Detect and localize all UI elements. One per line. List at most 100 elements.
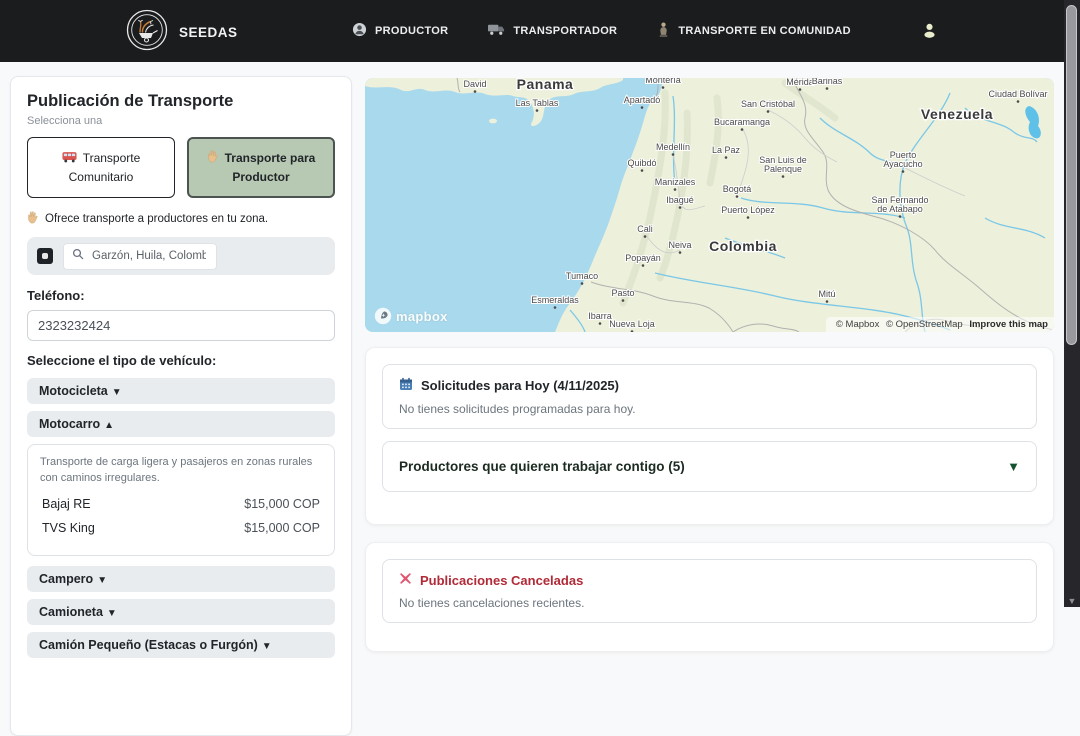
map-city-label: Ibarra: [588, 311, 612, 321]
map-city-label: Bucaramanga: [714, 117, 770, 127]
map-city-label: Esmeraldas: [531, 295, 579, 305]
model-price: $15,000 COP: [244, 497, 320, 511]
map-city-label: Nueva Loja: [609, 319, 655, 329]
map-city-label: San Cristóbal: [741, 99, 795, 109]
vehicle-model-row[interactable]: Bajaj RE $15,000 COP: [42, 497, 320, 511]
map-city-label: Mérida: [786, 78, 814, 87]
chevron-down-icon: ▼: [262, 641, 272, 652]
map-city-label: Apartadó: [624, 95, 661, 105]
chevron-down-icon: ▼: [97, 575, 107, 586]
map-city-dot: [679, 251, 682, 254]
brand[interactable]: SEEDAS: [126, 9, 238, 56]
option-transporte-comunitario[interactable]: Transporte Comunitario: [27, 137, 175, 198]
location-search-input[interactable]: [90, 249, 208, 263]
nav-transportador[interactable]: TRANSPORTADOR: [488, 23, 617, 39]
vehicle-model-row[interactable]: TVS King$15,000 COP: [42, 521, 320, 535]
chevron-down-icon: ▼: [112, 387, 122, 398]
producers-accordion-header[interactable]: Productores que quieren trabajar contigo…: [382, 441, 1037, 492]
location-searchbox[interactable]: [63, 243, 217, 270]
hand-icon: [27, 211, 39, 227]
vehicle-accordion-campero[interactable]: Campero▼: [27, 566, 335, 592]
vehicle-accordion-motocarro[interactable]: Motocarro▲: [27, 411, 335, 437]
map-city-dot: [641, 106, 644, 109]
cancelled-container: Publicaciones Canceladas No tienes cance…: [365, 542, 1054, 652]
nav-productor[interactable]: PRODUCTOR: [352, 22, 448, 40]
model-name: Bajaj RE: [42, 497, 91, 511]
model-name: TVS King: [42, 521, 95, 535]
nav-label: TRANSPORTADOR: [513, 25, 617, 37]
map-city-label: Medellín: [656, 142, 690, 152]
map-city-dot: [679, 206, 682, 209]
map-city-label: Montería: [645, 78, 681, 85]
map-city-label: Las Tablas: [516, 98, 559, 108]
map-city-dot: [1017, 100, 1020, 103]
map-city-label: Quibdó: [627, 158, 656, 168]
chevron-down-icon: ▼: [1007, 459, 1020, 474]
vehicle-accordion-motocicleta[interactable]: Motocicleta▼: [27, 378, 335, 404]
mapbox-logo-icon: [374, 307, 392, 325]
transport-type-options: Transporte Comunitario Transporte para Pr…: [27, 137, 335, 198]
chevron-down-icon: ▼: [107, 608, 117, 619]
attribution-mapbox-link[interactable]: © Mapbox: [836, 319, 879, 330]
transport-publication-panel: Publicación de Transporte Selecciona una…: [10, 76, 352, 736]
truck-icon: [488, 23, 505, 39]
page-title: Publicación de Transporte: [27, 92, 335, 111]
user-icon[interactable]: [921, 22, 938, 44]
map-city-label: Barinas: [812, 78, 843, 86]
scrollbar-down-arrow[interactable]: ▼: [1064, 596, 1080, 606]
brand-name: SEEDAS: [179, 25, 238, 40]
map-country-label: Panama: [517, 78, 574, 92]
vehicle-accordion-cami-n-peque-o-estacas-o-furg-n-[interactable]: Camión Pequeño (Estacas o Furgón)▼: [27, 632, 335, 658]
vehicle-accordion-camioneta[interactable]: Camioneta▼: [27, 599, 335, 625]
map-country-label: Colombia: [709, 238, 777, 254]
map-city-label: San Luis dePalenque: [759, 155, 807, 174]
nav-label: TRANSPORTE EN COMUNIDAD: [678, 25, 851, 37]
chevron-up-icon: ▲: [104, 420, 114, 431]
map-attribution: © Mapbox © OpenStreetMap Improve this ma…: [826, 317, 1054, 332]
cancelled-empty-text: No tienes cancelaciones recientes.: [399, 596, 1020, 610]
map-city-dot: [747, 216, 750, 219]
app-header: SEEDAS PRODUCTOR TRANSPORTADOR TRANSPORTE …: [0, 0, 1080, 62]
option-label: Transporte Comunitario: [36, 149, 166, 186]
cancel-x-icon: [399, 572, 412, 588]
map-city-label: Ciudad Bolívar: [988, 89, 1047, 99]
map-city-label: Manizales: [655, 177, 696, 187]
map-city-dot: [642, 264, 645, 267]
attribution-osm-link[interactable]: © OpenStreetMap: [886, 319, 963, 330]
calendar-icon: [399, 377, 413, 394]
seedas-logo-icon: [126, 9, 168, 56]
map-city-dot: [902, 170, 905, 173]
cancelled-title: Publicaciones Canceladas: [420, 573, 583, 588]
mapbox-logo[interactable]: mapbox: [374, 307, 448, 325]
vehicle-accordion-list: Motocicleta▼ Motocarro▲ Transporte de carg…: [27, 378, 335, 658]
map[interactable]: PanamaVenezuelaColombiaDavidLas TablasMo…: [365, 78, 1054, 332]
cancelled-publications-card: Publicaciones Canceladas No tienes cance…: [382, 559, 1037, 623]
phone-input[interactable]: [27, 310, 335, 341]
bus-icon: [62, 152, 77, 166]
marker-button[interactable]: [37, 248, 53, 264]
hint-text: Ofrece transporte a productores en tu zo…: [45, 213, 268, 225]
vehicle-detail-panel: Transporte de carga ligera y pasajeros e…: [27, 444, 335, 556]
community-icon: [657, 22, 670, 40]
map-city-dot: [741, 128, 744, 131]
map-city-dot: [736, 195, 739, 198]
map-city-label: Tumaco: [566, 271, 598, 281]
vehicle-description: Transporte de carga ligera y pasajeros e…: [40, 455, 322, 487]
nav-transporte-en-comunidad[interactable]: TRANSPORTE EN COMUNIDAD: [657, 22, 851, 40]
option-transporte-para-productor[interactable]: Transporte para Productor: [187, 137, 335, 198]
map-country-label: Venezuela: [921, 106, 993, 122]
producer-hint: Ofrece transporte a productores en tu zo…: [27, 211, 335, 227]
map-city-dot: [536, 109, 539, 112]
improve-map-link[interactable]: Improve this map: [969, 319, 1048, 330]
requests-today-empty-text: No tienes solicitudes programadas para h…: [399, 402, 1020, 416]
today-and-producers-container: Solicitudes para Hoy (4/11/2025) No tien…: [365, 347, 1054, 525]
map-city-label: Bogotá: [723, 184, 752, 194]
map-city-label: La Paz: [712, 145, 741, 155]
hand-icon: [207, 152, 219, 166]
map-city-dot: [554, 306, 557, 309]
map-city-dot: [674, 188, 677, 191]
producer-icon: [352, 22, 367, 40]
map-city-label: Pasto: [611, 288, 634, 298]
scrollbar-thumb[interactable]: [1066, 5, 1077, 345]
page-scrollbar[interactable]: ▼: [1064, 0, 1080, 607]
